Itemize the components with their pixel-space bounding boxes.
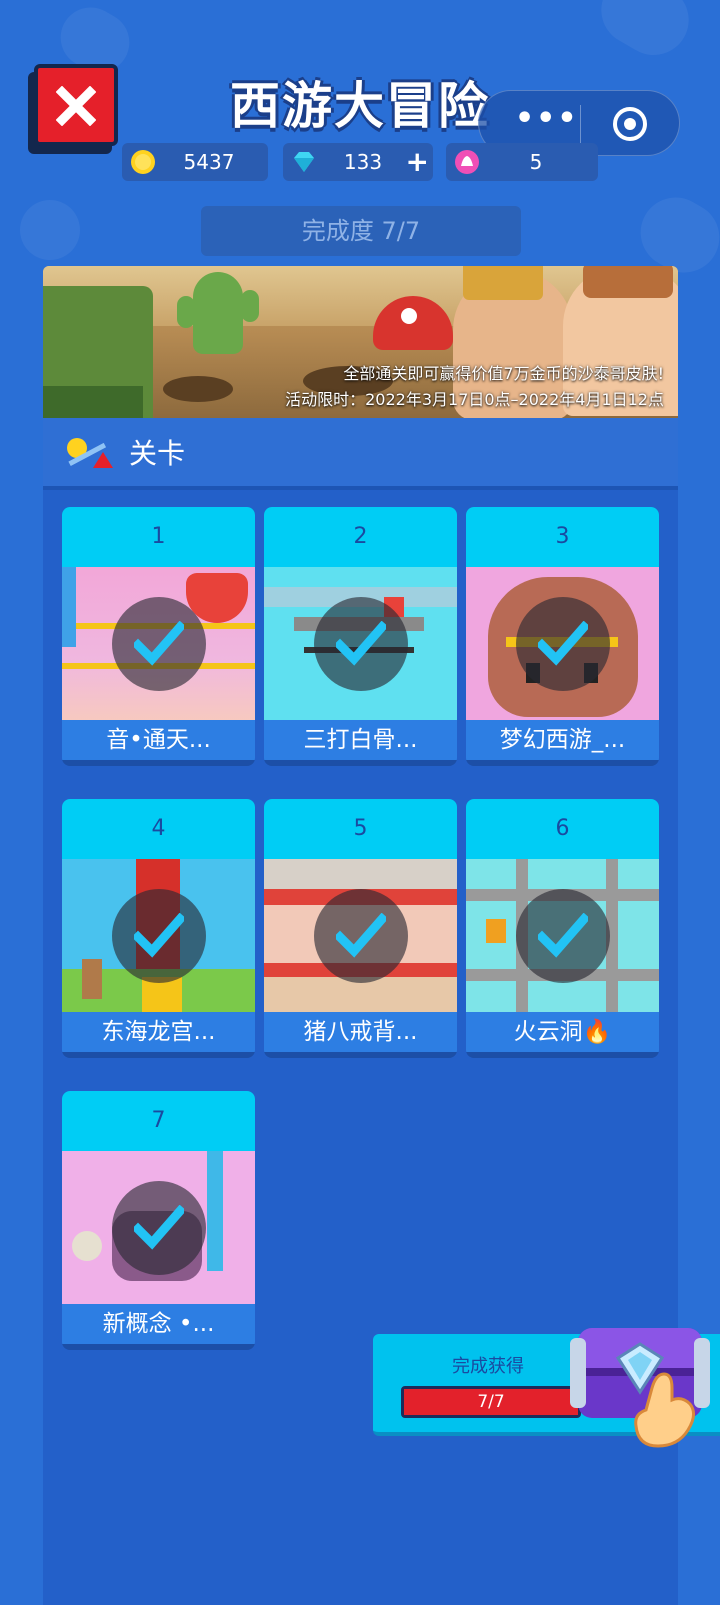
level-number: 6 xyxy=(466,799,659,859)
completed-check-icon xyxy=(111,889,206,983)
level-number: 3 xyxy=(466,507,659,567)
diamond-icon xyxy=(294,152,314,172)
level-name: 火云洞🔥 xyxy=(466,1012,659,1052)
diamond-counter: 133 + xyxy=(283,143,433,181)
level-name: 三打白骨... xyxy=(264,720,457,760)
gold-counter: 5437 xyxy=(122,143,268,181)
completed-check-icon xyxy=(313,597,408,691)
level-card[interactable]: 5 猪八戒背... xyxy=(264,799,457,1058)
event-banner[interactable]: 全部通关即可赢得价值7万金币的沙泰哥皮肤! 活动限时：2022年3月17日0点–… xyxy=(43,266,678,418)
completed-check-icon xyxy=(111,1181,206,1275)
level-number: 4 xyxy=(62,799,255,859)
gold-coin-icon xyxy=(131,150,155,174)
level-card[interactable]: 6 火云洞🔥 xyxy=(466,799,659,1058)
level-name: 音•通天... xyxy=(62,720,255,760)
level-card[interactable]: 3 梦幻西游_... xyxy=(466,507,659,766)
completed-check-icon xyxy=(111,597,206,691)
level-name: 梦幻西游_... xyxy=(466,720,659,760)
reward-label: 完成获得 xyxy=(452,1356,524,1377)
completion-progress: 完成度 7/7 xyxy=(201,206,521,256)
completed-check-icon xyxy=(313,889,408,983)
level-name: 猪八戒背... xyxy=(264,1012,457,1052)
levels-panel-title: 关卡 xyxy=(129,437,186,470)
level-name: 新概念 •... xyxy=(62,1304,255,1344)
level-card[interactable]: 7 新概念 •... xyxy=(62,1091,255,1350)
level-number: 5 xyxy=(264,799,457,859)
diamond-value: 133 xyxy=(343,150,383,174)
more-menu-button[interactable]: ••• xyxy=(515,104,579,134)
reward-progress-bar: 7/7 xyxy=(401,1386,581,1418)
level-number: 2 xyxy=(264,507,457,567)
level-number: 1 xyxy=(62,507,255,567)
energy-counter: 5 xyxy=(446,143,598,181)
level-card[interactable]: 2 三打白骨... xyxy=(264,507,457,766)
level-number: 7 xyxy=(62,1091,255,1151)
banner-line-1: 全部通关即可赢得价值7万金币的沙泰哥皮肤! xyxy=(343,364,664,383)
banner-line-2: 活动限时：2022年3月17日0点–2022年4月1日12点 xyxy=(285,390,664,409)
level-card[interactable]: 1 音•通天... xyxy=(62,507,255,766)
treasure-chest-icon[interactable] xyxy=(570,1298,710,1448)
level-card[interactable]: 4 东海龙宫... xyxy=(62,799,255,1058)
completed-check-icon xyxy=(515,889,610,983)
level-flag-icon xyxy=(67,438,113,468)
completed-check-icon xyxy=(515,597,610,691)
cactus-character xyxy=(177,272,259,354)
energy-value: 5 xyxy=(529,150,543,174)
add-diamond-button[interactable]: + xyxy=(406,143,429,181)
levels-panel-header: 关卡 xyxy=(43,418,678,490)
exit-mini-program-icon[interactable] xyxy=(613,107,647,141)
reward-progress-text: 7/7 xyxy=(477,1392,505,1412)
level-name: 东海龙宫... xyxy=(62,1012,255,1052)
gold-value: 5437 xyxy=(183,150,235,174)
energy-icon xyxy=(455,150,479,174)
